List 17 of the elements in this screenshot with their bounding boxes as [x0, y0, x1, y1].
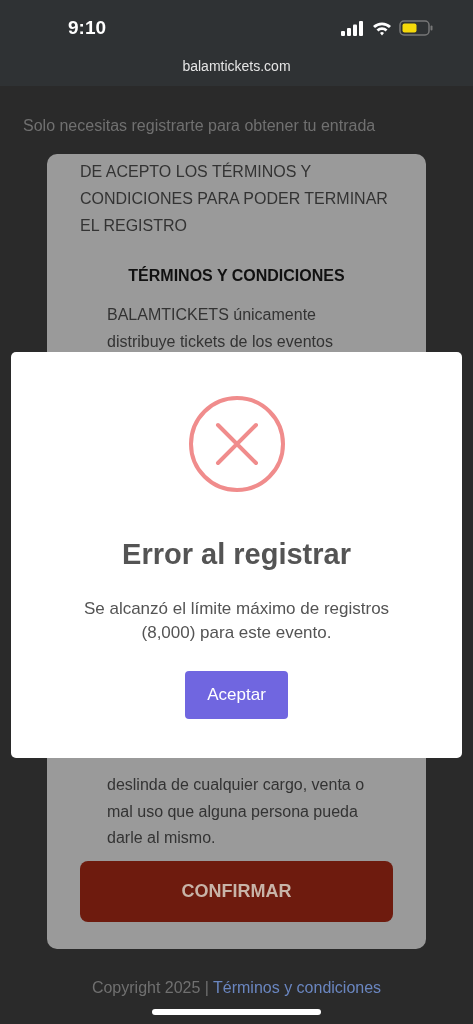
error-icon [187, 395, 286, 493]
wifi-icon [372, 20, 392, 36]
confirm-button[interactable]: CONFIRMAR [80, 860, 393, 922]
copyright-text: Copyright 2025 | [91, 978, 209, 998]
terms-link[interactable]: Términos y condiciones [213, 976, 382, 1000]
accept-button[interactable]: Aceptar [185, 670, 288, 719]
intro-text: Solo necesitas registrarte para obtener tu entrada [23, 116, 377, 136]
terms-heading: TÉRMINOS Y CONDICIONES [127, 265, 346, 286]
terms-text: deslinda de cualquier cargo, venta o mal uso que alguna persona pueda darle al mismo. [107, 775, 366, 848]
signal-icon [341, 20, 365, 36]
battery-icon [399, 20, 433, 36]
clock-time: 9:10 [68, 15, 107, 40]
dialog-message: Se alcanzó el límite máximo de registros (8,000) para este evento. [82, 597, 391, 644]
notice-text: DE ACEPTO LOS TÉRMINOS Y CONDICIONES PARA PODER TERMINAR EL REGISTRO [80, 161, 389, 236]
terms-text: BALAMTICKETS únicamente distribuye tickets de los eventos [107, 305, 334, 352]
dialog-title: Error al registrar [122, 537, 351, 572]
url-text[interactable]: balamtickets.com [182, 56, 291, 77]
